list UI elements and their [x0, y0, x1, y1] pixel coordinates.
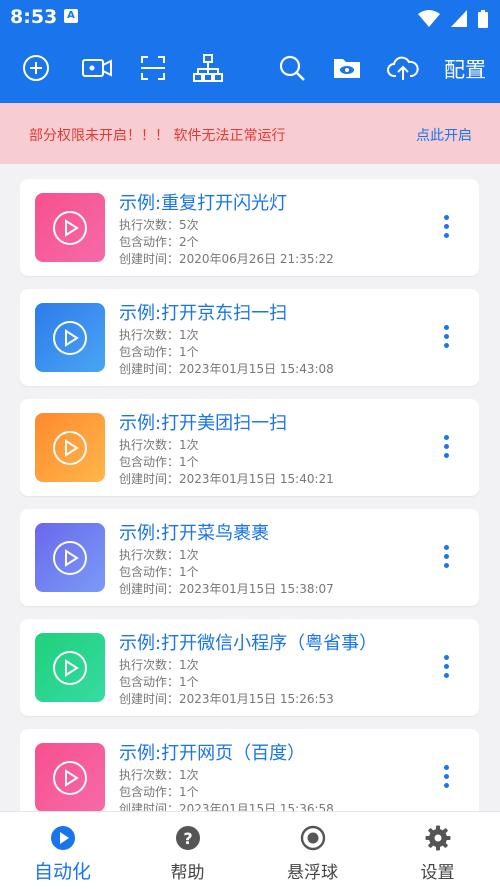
video-camera-icon[interactable] [81, 52, 113, 84]
more-options-icon[interactable] [443, 325, 451, 349]
task-exec-count: 执行次数：1次 [119, 328, 199, 342]
task-title: 示例:重复打开闪光灯 [119, 193, 288, 214]
toolbar: 配置 [0, 46, 500, 90]
task-thumbnail [35, 743, 105, 811]
task-title: 示例:打开网页（百度） [119, 743, 306, 764]
task-thumbnail [35, 303, 105, 372]
task-created-time: 创建时间：2023年01月15日 15:40:21 [119, 472, 334, 486]
more-options-icon[interactable] [443, 765, 451, 789]
signal-icon [450, 9, 467, 27]
task-exec-count: 执行次数：1次 [119, 658, 199, 672]
status-time: 8:53 [10, 6, 58, 28]
scan-frame-icon[interactable] [137, 52, 169, 84]
tab-automation[interactable]: 自动化 [0, 812, 125, 889]
bottom-tab-bar: 自动化 ? 帮助 悬浮球 设置 [0, 811, 500, 889]
tab-float-ball[interactable]: 悬浮球 [250, 812, 375, 889]
task-list[interactable]: 示例:重复打开闪光灯 执行次数：5次 包含动作：2个 创建时间：2020年06月… [20, 179, 479, 811]
task-card[interactable]: 示例:打开美团扫一扫 执行次数：1次 包含动作：1个 创建时间：2023年01月… [20, 399, 479, 496]
play-icon [53, 541, 87, 575]
task-card[interactable]: 示例:打开网页（百度） 执行次数：1次 包含动作：1个 创建时间：2023年01… [20, 729, 479, 811]
task-title: 示例:打开美团扫一扫 [119, 413, 288, 434]
float-ball-icon [300, 825, 326, 851]
battery-icon [478, 9, 488, 28]
tab-label: 自动化 [33, 861, 91, 883]
task-thumbnail [35, 523, 105, 592]
task-action-count: 包含动作：1个 [119, 345, 199, 359]
task-exec-count: 执行次数：1次 [119, 438, 199, 452]
play-icon [53, 651, 87, 685]
tab-label: 悬浮球 [287, 863, 338, 883]
task-title: 示例:打开微信小程序（粤省事） [119, 633, 378, 654]
cloud-upload-icon[interactable] [387, 52, 419, 84]
task-created-time: 创建时间：2023年01月15日 15:36:58 [119, 802, 334, 811]
system-icons [412, 8, 488, 28]
task-card[interactable]: 示例:打开菜鸟裹裹 执行次数：1次 包含动作：1个 创建时间：2023年01月1… [20, 509, 479, 606]
add-circle-icon[interactable] [20, 52, 52, 84]
tab-label: 设置 [420, 863, 455, 883]
wifi-icon [417, 9, 440, 27]
search-icon[interactable] [276, 52, 308, 84]
play-icon [53, 431, 87, 465]
task-action-count: 包含动作：1个 [119, 675, 199, 689]
tab-settings[interactable]: 设置 [375, 812, 500, 889]
task-thumbnail [35, 193, 105, 262]
task-action-count: 包含动作：1个 [119, 565, 199, 579]
more-options-icon[interactable] [443, 545, 451, 569]
more-options-icon[interactable] [443, 435, 451, 459]
tab-help[interactable]: ? 帮助 [125, 812, 250, 889]
task-created-time: 创建时间：2023年01月15日 15:26:53 [119, 692, 334, 706]
folder-eye-icon[interactable] [331, 52, 363, 84]
task-thumbnail [35, 413, 105, 482]
sitemap-icon[interactable] [192, 52, 224, 84]
permission-warning-text: 部分权限未开启！！！ 软件无法正常运行 [29, 128, 286, 144]
task-card[interactable]: 示例:打开京东扫一扫 执行次数：1次 包含动作：1个 创建时间：2023年01月… [20, 289, 479, 386]
task-created-time: 创建时间：2020年06月26日 21:35:22 [119, 252, 334, 266]
permission-warning-banner: 部分权限未开启！！！ 软件无法正常运行 点此开启 [0, 103, 500, 164]
task-created-time: 创建时间：2023年01月15日 15:43:08 [119, 362, 334, 376]
svg-text:?: ? [183, 829, 192, 848]
play-icon [53, 761, 87, 795]
more-options-icon[interactable] [443, 215, 451, 239]
task-exec-count: 执行次数：5次 [119, 218, 199, 232]
task-created-time: 创建时间：2023年01月15日 15:38:07 [119, 582, 334, 596]
help-circle-icon: ? [176, 826, 200, 850]
task-action-count: 包含动作：1个 [119, 455, 199, 469]
play-circle-icon [51, 826, 75, 850]
enable-permission-link[interactable]: 点此开启 [416, 125, 472, 145]
task-card[interactable]: 示例:打开微信小程序（粤省事） 执行次数：1次 包含动作：1个 创建时间：202… [20, 619, 479, 716]
config-button[interactable]: 配置 [444, 54, 486, 84]
tab-label: 帮助 [170, 863, 205, 883]
gear-icon [425, 825, 451, 851]
play-icon [53, 321, 87, 355]
task-action-count: 包含动作：1个 [119, 785, 199, 799]
task-title: 示例:打开京东扫一扫 [119, 303, 288, 324]
task-exec-count: 执行次数：1次 [119, 768, 199, 782]
notification-icon: A [64, 9, 78, 23]
status-bar: 8:53 A [0, 0, 500, 34]
app-header: 8:53 A 配置 [0, 0, 500, 103]
task-thumbnail [35, 633, 105, 702]
task-title: 示例:打开菜鸟裹裹 [119, 523, 270, 544]
task-card[interactable]: 示例:重复打开闪光灯 执行次数：5次 包含动作：2个 创建时间：2020年06月… [20, 179, 479, 276]
task-exec-count: 执行次数：1次 [119, 548, 199, 562]
more-options-icon[interactable] [443, 655, 451, 679]
task-action-count: 包含动作：2个 [119, 235, 199, 249]
play-icon [53, 211, 87, 245]
